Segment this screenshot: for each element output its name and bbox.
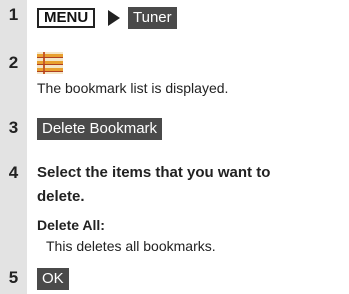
step4-instruction-line2: delete. [37,188,85,205]
step4-instruction-line1: Select the items that you want to [37,164,271,181]
delete-bookmark-button[interactable]: Delete Bookmark [37,118,163,140]
bookmark-list-displayed-text: The bookmark list is displayed. [37,80,229,96]
delete-all-option-title: Delete All: [37,217,105,233]
step-number-2: 2 [8,53,19,72]
step-number-3: 3 [8,118,19,137]
step-number-1: 1 [8,5,19,24]
arrow-right-icon [108,10,120,26]
step-number-5: 5 [8,268,19,287]
bookmark-list-icon[interactable] [37,52,63,74]
ok-button[interactable]: OK [37,268,69,290]
tuner-button[interactable]: Tuner [128,7,177,29]
delete-all-option-desc: This deletes all bookmarks. [46,238,216,254]
step-number-4: 4 [8,163,19,182]
menu-button[interactable]: MENU [37,8,96,28]
step-number-rail [0,0,27,294]
